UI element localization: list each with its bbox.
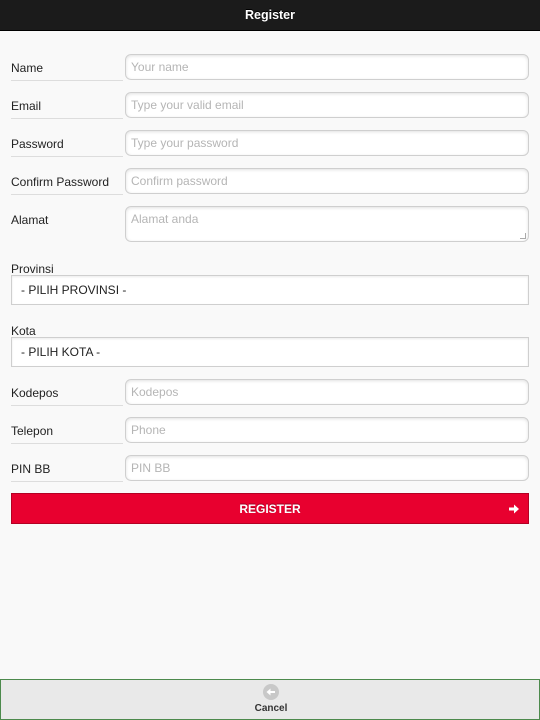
footer-bar: Cancel: [0, 679, 540, 720]
pin-bb-row: PIN BB: [11, 455, 529, 485]
row-divider: [11, 481, 123, 482]
row-divider: [11, 405, 123, 406]
header-bar: Register: [0, 0, 540, 31]
name-label: Name: [11, 61, 44, 75]
row-divider: [11, 443, 123, 444]
kodepos-label: Kodepos: [11, 386, 59, 400]
register-button[interactable]: REGISTER: [11, 493, 529, 524]
alamat-textarea-wrap: [125, 206, 529, 242]
row-divider: [11, 194, 123, 195]
kodepos-row: Kodepos: [11, 379, 529, 409]
kota-label: Kota: [11, 324, 36, 338]
pin-bb-input[interactable]: [125, 455, 529, 481]
password-label: Password: [11, 137, 64, 151]
telepon-row: Telepon: [11, 417, 529, 447]
kota-selected-value: - PILIH KOTA -: [21, 345, 101, 359]
page-title: Register: [244, 8, 296, 22]
alamat-textarea[interactable]: [125, 206, 529, 242]
kota-row: Kota - PILIH KOTA -: [11, 322, 529, 368]
provinsi-label: Provinsi: [11, 262, 54, 276]
name-input[interactable]: [125, 54, 529, 80]
email-label: Email: [11, 99, 42, 113]
confirm-password-label: Confirm Password: [11, 175, 110, 189]
kodepos-input[interactable]: [125, 379, 529, 405]
email-input[interactable]: [125, 92, 529, 118]
kota-select[interactable]: - PILIH KOTA -: [11, 337, 529, 367]
resize-grip-icon[interactable]: [520, 233, 526, 239]
row-divider: [11, 156, 123, 157]
password-input[interactable]: [125, 130, 529, 156]
telepon-input[interactable]: [125, 417, 529, 443]
pin-bb-label: PIN BB: [11, 462, 51, 476]
provinsi-select[interactable]: - PILIH PROVINSI -: [11, 275, 529, 305]
back-arrow-icon: [263, 684, 279, 700]
email-row: Email: [11, 92, 529, 122]
name-row: Name: [11, 54, 529, 84]
confirm-password-row: Confirm Password: [11, 168, 529, 198]
cancel-button[interactable]: Cancel: [241, 684, 301, 718]
cancel-label: Cancel: [254, 703, 288, 714]
provinsi-selected-value: - PILIH PROVINSI -: [21, 283, 127, 297]
telepon-label: Telepon: [11, 424, 54, 438]
provinsi-row: Provinsi - PILIH PROVINSI -: [11, 260, 529, 306]
arrow-right-icon: [509, 504, 519, 514]
register-button-label: REGISTER: [239, 501, 301, 516]
row-divider: [11, 80, 123, 81]
row-divider: [11, 118, 123, 119]
password-row: Password: [11, 130, 529, 160]
alamat-label: Alamat: [11, 213, 49, 227]
confirm-password-input[interactable]: [125, 168, 529, 194]
alamat-row: Alamat: [11, 206, 529, 246]
